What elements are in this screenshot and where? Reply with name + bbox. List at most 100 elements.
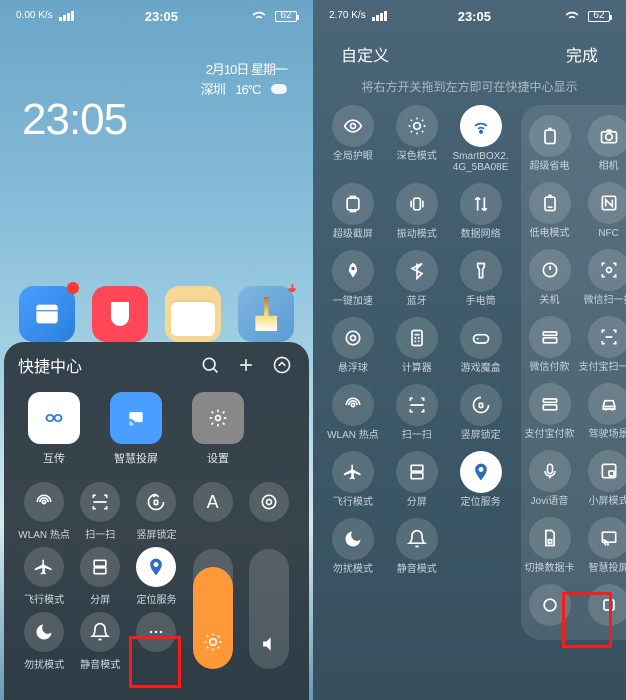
rotation-lock-icon: [460, 384, 502, 426]
tile-location[interactable]: 定位服务: [451, 451, 511, 508]
qc-app-cast[interactable]: 智慧投屏: [104, 392, 168, 466]
tile-airplane[interactable]: 飞行模式: [323, 451, 383, 508]
app-appstore[interactable]: [19, 286, 75, 342]
battery-icon: 62: [275, 11, 297, 22]
jovi-icon: [529, 450, 571, 492]
tile-cast[interactable]: 智慧投屏: [579, 517, 626, 574]
qc-app-settings[interactable]: 设置: [186, 392, 250, 466]
tile-car[interactable]: 驾驶场景: [579, 383, 626, 440]
tile-bell[interactable]: 静音模式: [387, 518, 447, 575]
tile-split[interactable]: 分屏: [74, 547, 126, 606]
tile-location[interactable]: 定位服务: [130, 547, 182, 606]
tile-settings[interactable]: [243, 482, 295, 541]
signal-icon: [372, 11, 387, 21]
tile-moon[interactable]: 勿扰模式: [323, 518, 383, 575]
tile-wlan-hotspot[interactable]: WLAN 热点: [18, 482, 70, 541]
tile-eye[interactable]: 全局护眼: [323, 105, 383, 173]
screenshot-icon: [332, 183, 374, 225]
tile-data[interactable]: 数据网络: [451, 183, 511, 240]
tile-screenshot[interactable]: 超级截屏: [323, 183, 383, 240]
tile-vibrate[interactable]: 振动模式: [387, 183, 447, 240]
collapse-button[interactable]: [269, 352, 295, 378]
net-rate: 2.70 K/s: [329, 11, 366, 21]
calc-icon: [396, 317, 438, 359]
location-icon: [460, 451, 502, 493]
tile-battery[interactable]: 超级省电: [525, 115, 575, 172]
wifi-icon: [562, 5, 582, 28]
share-icon: [28, 392, 80, 444]
app-music[interactable]: [92, 286, 148, 342]
tile-small-screen[interactable]: 小屏模式: [579, 450, 626, 507]
tile-rotation-lock[interactable]: 竖屏锁定: [451, 384, 511, 441]
tile-battery-low[interactable]: 低电模式: [525, 182, 575, 239]
battery-icon: 62: [588, 11, 610, 22]
airplane-icon: [332, 451, 374, 493]
phone-left: 0.00 K/s 23:05 62 23:05 2月10日 星期一 深圳 16°…: [0, 0, 313, 700]
tile-bluetooth[interactable]: 蓝牙: [387, 250, 447, 307]
tile-flashlight[interactable]: 手电筒: [451, 250, 511, 307]
tile-scan[interactable]: 扫一扫: [74, 482, 126, 541]
tile-float[interactable]: 悬浮球: [323, 317, 383, 374]
signal-icon: [59, 11, 74, 21]
home-clock: 23:05 2月10日 星期一 深圳 16°C: [0, 28, 313, 142]
brightness-icon: [203, 632, 223, 657]
brightness-slider[interactable]: [187, 547, 239, 671]
float-icon: [332, 317, 374, 359]
tile-sim[interactable]: 切换数据卡: [525, 517, 575, 574]
status-clock: 23:05: [458, 9, 491, 24]
customize-subtitle: 将右方开关拖到左方即可在快捷中心显示: [313, 72, 626, 105]
vibrate-icon: [396, 183, 438, 225]
phone-right: 2.70 K/s 23:05 62 自定义 完成 将右方开关拖到左方即可在快捷中…: [313, 0, 626, 700]
tile-alipay-pay[interactable]: 支付宝付款: [525, 383, 575, 440]
app-files[interactable]: [165, 286, 221, 342]
volume-slider[interactable]: [243, 547, 295, 671]
wechat-scan-icon: [588, 249, 626, 291]
tile-rotation-lock[interactable]: 竖屏锁定: [130, 482, 182, 541]
side-tile-grid: 超级省电相机低电模式NFC关机微信扫一扫微信付款支付宝扫一扫支付宝付款驾驶场景J…: [525, 115, 626, 630]
tile-camera[interactable]: 相机: [579, 115, 626, 172]
car-icon: [588, 383, 626, 425]
tile-power[interactable]: 关机: [525, 249, 575, 306]
tile-nfc[interactable]: NFC: [579, 182, 626, 239]
game-icon: [460, 317, 502, 359]
settings-icon: [192, 392, 244, 444]
tile-mute[interactable]: 静音模式: [74, 612, 126, 671]
net-rate: 0.00 K/s: [16, 11, 53, 21]
tile-calc[interactable]: 计算器: [387, 317, 447, 374]
qc-app-share[interactable]: 互传: [22, 392, 86, 466]
tile-alipay-scan[interactable]: 支付宝扫一扫: [579, 316, 626, 373]
app-cleaner[interactable]: [238, 286, 294, 342]
alipay-scan-icon: [588, 316, 626, 358]
tile-sun[interactable]: 深色模式: [387, 105, 447, 173]
search-button[interactable]: [197, 352, 223, 378]
tile-hotspot[interactable]: WLAN 热点: [323, 384, 383, 441]
sim-icon: [529, 517, 571, 559]
quick-center-apps: 互传 智慧投屏 设置: [18, 386, 295, 474]
highlight-box-cast: [562, 592, 612, 648]
tile-split[interactable]: 分屏: [387, 451, 447, 508]
home-time: 23:05: [22, 98, 313, 142]
rocket-icon: [332, 250, 374, 292]
tile-wifi[interactable]: SmartBOX2.4G_5BA08E: [451, 105, 511, 173]
done-button[interactable]: 完成: [566, 42, 598, 66]
status-clock: 23:05: [145, 9, 178, 24]
bell-icon: [396, 518, 438, 560]
home-weather: 深圳 16°C: [201, 80, 287, 100]
add-button[interactable]: [233, 352, 259, 378]
volume-icon: [259, 634, 279, 659]
tile-airplane[interactable]: 飞行模式: [18, 547, 70, 606]
highlight-box-more: [129, 636, 181, 688]
cast-icon: [588, 517, 626, 559]
tile-font[interactable]: A: [187, 482, 239, 541]
sun-icon: [396, 105, 438, 147]
tile-wechat-scan[interactable]: 微信扫一扫: [579, 249, 626, 306]
tile-scan[interactable]: 扫一扫: [387, 384, 447, 441]
status-bar: 2.70 K/s 23:05 62: [313, 0, 626, 28]
tile-game[interactable]: 游戏魔盒: [451, 317, 511, 374]
tile-rocket[interactable]: 一键加速: [323, 250, 383, 307]
moon-icon: [332, 518, 374, 560]
tile-dnd[interactable]: 勿扰模式: [18, 612, 70, 671]
nfc-icon: [588, 182, 626, 224]
tile-wechat-pay[interactable]: 微信付款: [525, 316, 575, 373]
tile-jovi[interactable]: Jovi语音: [525, 450, 575, 507]
